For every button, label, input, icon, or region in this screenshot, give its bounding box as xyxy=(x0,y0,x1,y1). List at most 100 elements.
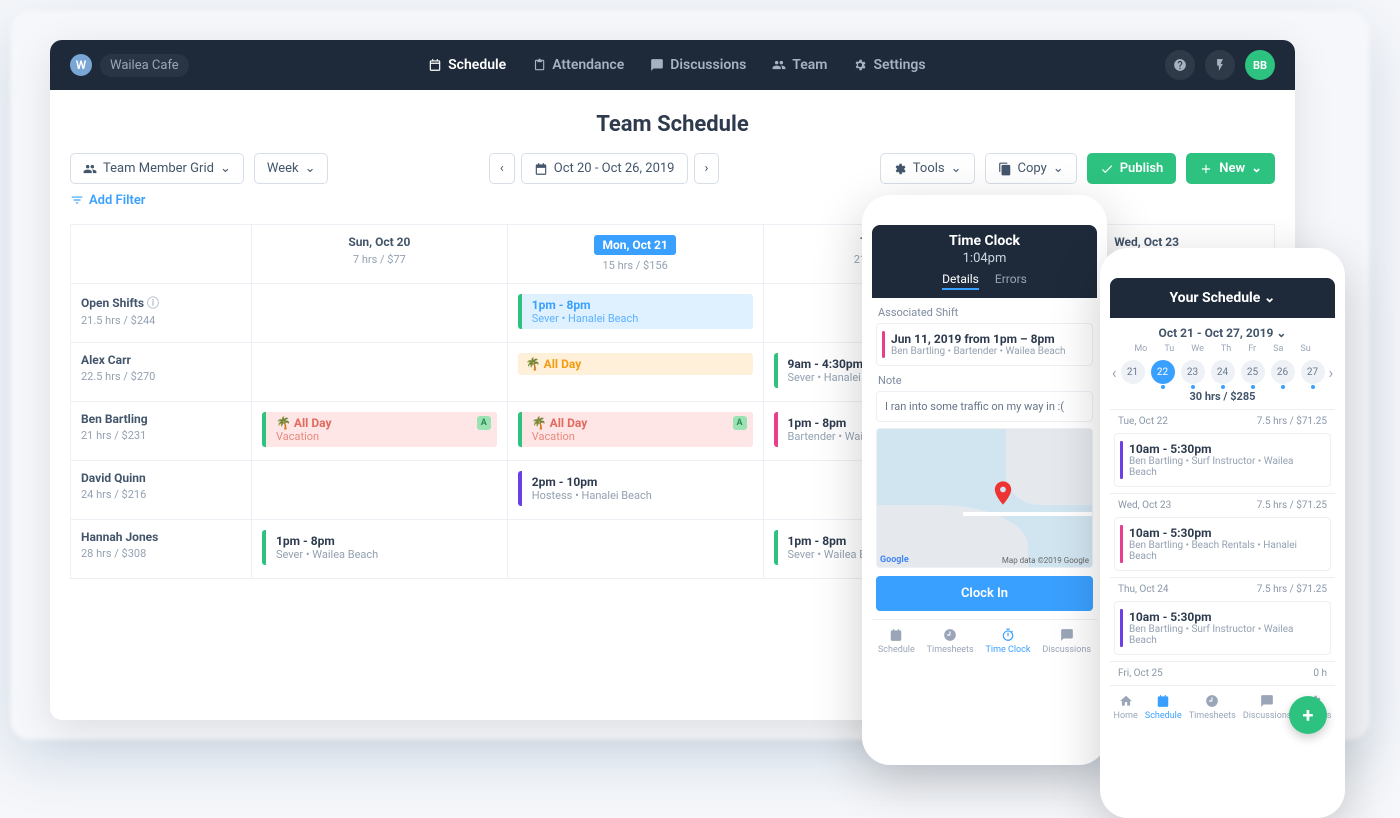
shift-card[interactable]: 10am - 5:30pmBen Bartling • Surf Instruc… xyxy=(1114,601,1331,655)
map-pin-icon xyxy=(989,479,1003,493)
publish-button[interactable]: Publish xyxy=(1087,153,1177,184)
dow-labels: MoTuWeThFrSaSu xyxy=(1110,344,1335,354)
day-pill[interactable]: 25 xyxy=(1241,360,1265,384)
mobile-title[interactable]: Your Schedule ⌄ xyxy=(1110,290,1335,306)
next-days-icon[interactable]: › xyxy=(1329,363,1334,382)
schedule-cell[interactable]: 1pm - 8pmSever • Hanalei Beach xyxy=(507,284,763,342)
day-pill[interactable]: 26 xyxy=(1271,360,1295,384)
note-label: Note xyxy=(878,374,1091,387)
org-switcher[interactable]: W Wailea Cafe xyxy=(70,54,189,77)
mobile-tabs: Details Errors xyxy=(872,272,1097,290)
page-title: Team Schedule xyxy=(50,112,1295,137)
empty-cell[interactable] xyxy=(507,520,763,578)
day-header: Wed, Oct 237.5 hrs / $71.25 xyxy=(1110,493,1335,517)
date-range-picker[interactable]: Oct 20 - Oct 26, 2019 xyxy=(521,153,688,184)
day-strip: ‹ 21222324252627 › xyxy=(1110,360,1335,384)
filter-icon xyxy=(70,193,84,207)
empty-cell[interactable] xyxy=(251,343,507,401)
main-nav: Schedule Attendance Discussions Team Set… xyxy=(428,57,925,73)
associated-shift-card[interactable]: Jun 11, 2019 from 1pm – 8pm Ben Bartling… xyxy=(876,323,1093,366)
tabbar-schedule[interactable]: Schedule xyxy=(878,628,915,655)
prev-days-icon[interactable]: ‹ xyxy=(1112,363,1117,382)
copy-dropdown[interactable]: Copy ⌄ xyxy=(985,153,1077,184)
day-pill[interactable]: 27 xyxy=(1301,360,1325,384)
nav-discussions[interactable]: Discussions xyxy=(650,57,746,73)
tools-dropdown[interactable]: Tools ⌄ xyxy=(880,153,975,184)
column-header[interactable]: Sun, Oct 207 hrs / $77 xyxy=(251,225,507,283)
schedule-range[interactable]: Oct 21 - Oct 27, 2019 ⌄ xyxy=(1110,318,1335,340)
nav-attendance[interactable]: Attendance xyxy=(532,57,624,73)
help-button[interactable] xyxy=(1165,50,1195,80)
mobile-timeclock: Time Clock 1:04pm Details Errors Associa… xyxy=(862,195,1107,765)
day-pill[interactable]: 23 xyxy=(1181,360,1205,384)
row-header[interactable]: Ben Bartling21 hrs / $231 xyxy=(71,402,251,460)
empty-cell[interactable] xyxy=(251,461,507,519)
profile-avatar[interactable]: BB xyxy=(1245,50,1275,80)
new-dropdown[interactable]: New ⌄ xyxy=(1186,153,1275,184)
mobile-time: 1:04pm xyxy=(872,251,1097,266)
nav-settings[interactable]: Settings xyxy=(853,57,925,73)
schedule-cell[interactable]: A🌴 All DayVacation xyxy=(251,402,507,460)
schedule-cell[interactable]: A🌴 All DayVacation xyxy=(507,402,763,460)
mobile-header: Time Clock 1:04pm Details Errors xyxy=(872,225,1097,298)
home-icon xyxy=(1119,694,1133,708)
toolbar: Team Member Grid ⌄ Week ⌄ ‹ Oct 20 - Oct… xyxy=(50,137,1295,192)
nav-team[interactable]: Team xyxy=(772,57,827,73)
gear-icon xyxy=(853,58,867,72)
tab-errors[interactable]: Errors xyxy=(995,272,1027,290)
bolt-button[interactable] xyxy=(1205,50,1235,80)
topbar: W Wailea Cafe Schedule Attendance Discus… xyxy=(50,40,1295,90)
next-week-button[interactable]: › xyxy=(694,153,720,184)
schedule-cell[interactable]: 1pm - 8pmSever • Wailea Beach xyxy=(251,520,507,578)
plus-icon xyxy=(1199,162,1213,176)
map-preview[interactable]: Google Map data ©2019 Google xyxy=(876,428,1093,568)
tabbar-timesheets[interactable]: Timesheets xyxy=(927,628,974,655)
schedule-cell[interactable]: 2pm - 10pmHostess • Hanalei Beach xyxy=(507,461,763,519)
week-summary: 30 hrs / $285 xyxy=(1110,390,1335,403)
add-shift-fab[interactable]: + xyxy=(1289,696,1327,734)
clock-icon xyxy=(1205,694,1219,708)
shift-card[interactable]: 10am - 5:30pmBen Bartling • Surf Instruc… xyxy=(1114,433,1331,487)
schedule-cell[interactable]: 🌴 All Day xyxy=(507,343,763,401)
bolt-icon xyxy=(1213,58,1227,72)
clock-icon xyxy=(943,628,957,642)
mobile-header: Your Schedule ⌄ xyxy=(1110,278,1335,318)
tabbar-timeclock[interactable]: Time Clock xyxy=(986,628,1031,655)
tabbar-discussions[interactable]: Discussions xyxy=(1243,694,1292,721)
map-logo: Google xyxy=(880,555,909,565)
tab-details[interactable]: Details xyxy=(942,272,979,290)
view-dropdown[interactable]: Team Member Grid ⌄ xyxy=(70,153,244,184)
column-header[interactable]: Mon, Oct 2115 hrs / $156 xyxy=(507,225,763,283)
chevron-down-icon: ⌄ xyxy=(220,161,231,176)
calendar-icon xyxy=(889,628,903,642)
day-pill[interactable]: 22 xyxy=(1151,360,1175,384)
day-header: Tue, Oct 227.5 hrs / $71.25 xyxy=(1110,409,1335,433)
note-field[interactable]: I ran into some traffic on my way in :( xyxy=(876,391,1093,422)
tabbar-schedule[interactable]: Schedule xyxy=(1145,694,1182,721)
shift-card[interactable]: 10am - 5:30pmBen Bartling • Beach Rental… xyxy=(1114,517,1331,571)
nav-schedule[interactable]: Schedule xyxy=(428,57,506,73)
people-icon xyxy=(83,162,97,176)
help-icon xyxy=(1173,58,1187,72)
clipboard-icon xyxy=(532,58,546,72)
add-filter-link[interactable]: Add Filter xyxy=(70,193,146,208)
tabbar-discussions[interactable]: Discussions xyxy=(1042,628,1091,655)
row-header[interactable]: Open Shifts ⓘ21.5 hrs / $244 xyxy=(71,284,251,342)
row-header[interactable]: Alex Carr22.5 hrs / $270 xyxy=(71,343,251,401)
day-pill[interactable]: 21 xyxy=(1121,360,1145,384)
map-attribution: Map data ©2019 Google xyxy=(1002,556,1089,565)
prev-week-button[interactable]: ‹ xyxy=(489,153,515,184)
empty-cell[interactable] xyxy=(251,284,507,342)
day-pill[interactable]: 24 xyxy=(1211,360,1235,384)
clock-in-button[interactable]: Clock In xyxy=(876,576,1093,611)
tabbar-timesheets[interactable]: Timesheets xyxy=(1189,694,1236,721)
topbar-actions: BB xyxy=(1165,50,1275,80)
row-header[interactable]: Hannah Jones28 hrs / $308 xyxy=(71,520,251,578)
calendar-icon xyxy=(1156,694,1170,708)
schedule-list: Tue, Oct 227.5 hrs / $71.2510am - 5:30pm… xyxy=(1110,409,1335,685)
calendar-icon xyxy=(428,58,442,72)
tabbar-home[interactable]: Home xyxy=(1114,694,1138,721)
day-header: Fri, Oct 250 h xyxy=(1110,661,1335,685)
row-header[interactable]: David Quinn24 hrs / $216 xyxy=(71,461,251,519)
period-dropdown[interactable]: Week ⌄ xyxy=(254,153,329,184)
